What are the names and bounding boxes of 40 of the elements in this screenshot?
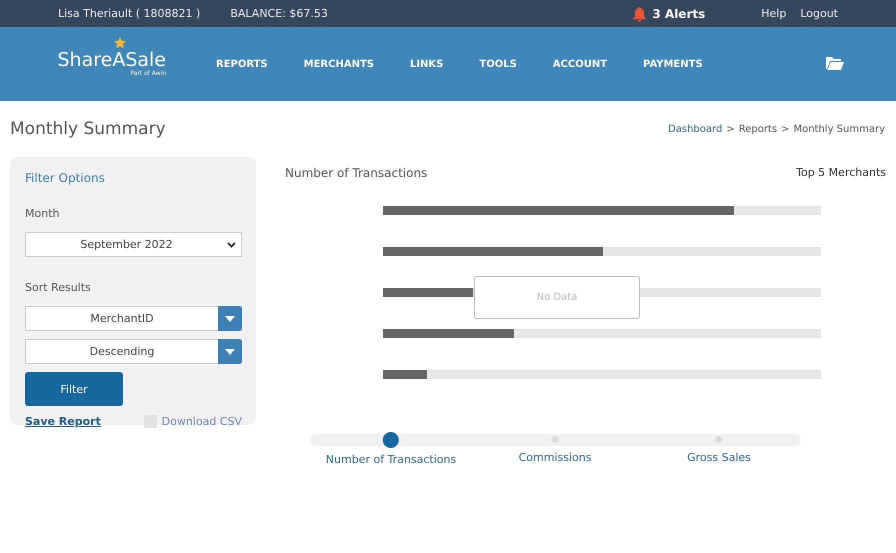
nav-item[interactable]: ACCOUNT [552,58,608,70]
page-title: Monthly Summary [10,119,166,139]
nav-item[interactable]: LINKS [410,58,444,70]
header-link[interactable]: Logout [800,7,838,20]
caret-down-icon [225,348,235,354]
save-report-link[interactable]: Save Report [25,415,101,428]
sort-dropdown[interactable]: MerchantID [25,306,242,331]
breadcrumb-separator: > [781,124,790,134]
user-name: Lisa Theriault ( 1808821 ) [58,7,200,20]
nav-item[interactable]: PAYMENTS [643,58,703,70]
caret-down-icon [225,316,235,322]
header-link[interactable]: Help [761,7,786,20]
panel-title: Filter Options [25,171,106,185]
nav-item[interactable]: TOOLS [479,58,517,70]
month-dropdown[interactable]: September 2022 [25,232,242,257]
breadcrumb-item: Reports [738,124,778,134]
chart-tab[interactable]: Gross Sales [687,434,751,464]
field-label: Month [25,207,60,220]
balance: BALANCE: $67.53 [230,7,328,20]
chevron-down-icon [227,242,236,248]
breadcrumb-link[interactable]: Dashboard [668,124,722,134]
checkbox[interactable] [144,415,157,428]
star-icon [114,37,126,49]
nav-item[interactable]: MERCHANTS [304,58,374,70]
logo[interactable]: ShareASale [58,50,166,70]
chart-tab[interactable]: Number of Transactions [326,434,456,466]
alerts-link[interactable]: 3 Alerts [652,6,706,20]
nav-item[interactable]: REPORTS [216,58,268,70]
checkbox-label: Download CSV [162,415,242,428]
chart-tab[interactable]: Commissions [518,434,592,464]
field-label: Sort Results [25,281,92,294]
filter-button[interactable]: Filter [25,372,123,406]
breadcrumb-item: Monthly Summary [793,124,885,134]
folder-icon[interactable] [826,56,844,70]
chart-title: Number of Transactions [285,166,428,180]
bell-icon[interactable] [632,6,648,22]
order-dropdown[interactable]: Descending [25,339,242,364]
breadcrumb-separator: > [726,124,735,134]
no-data-message: No Data [474,276,640,319]
chart-subtitle: Top 5 Merchants [796,166,886,180]
